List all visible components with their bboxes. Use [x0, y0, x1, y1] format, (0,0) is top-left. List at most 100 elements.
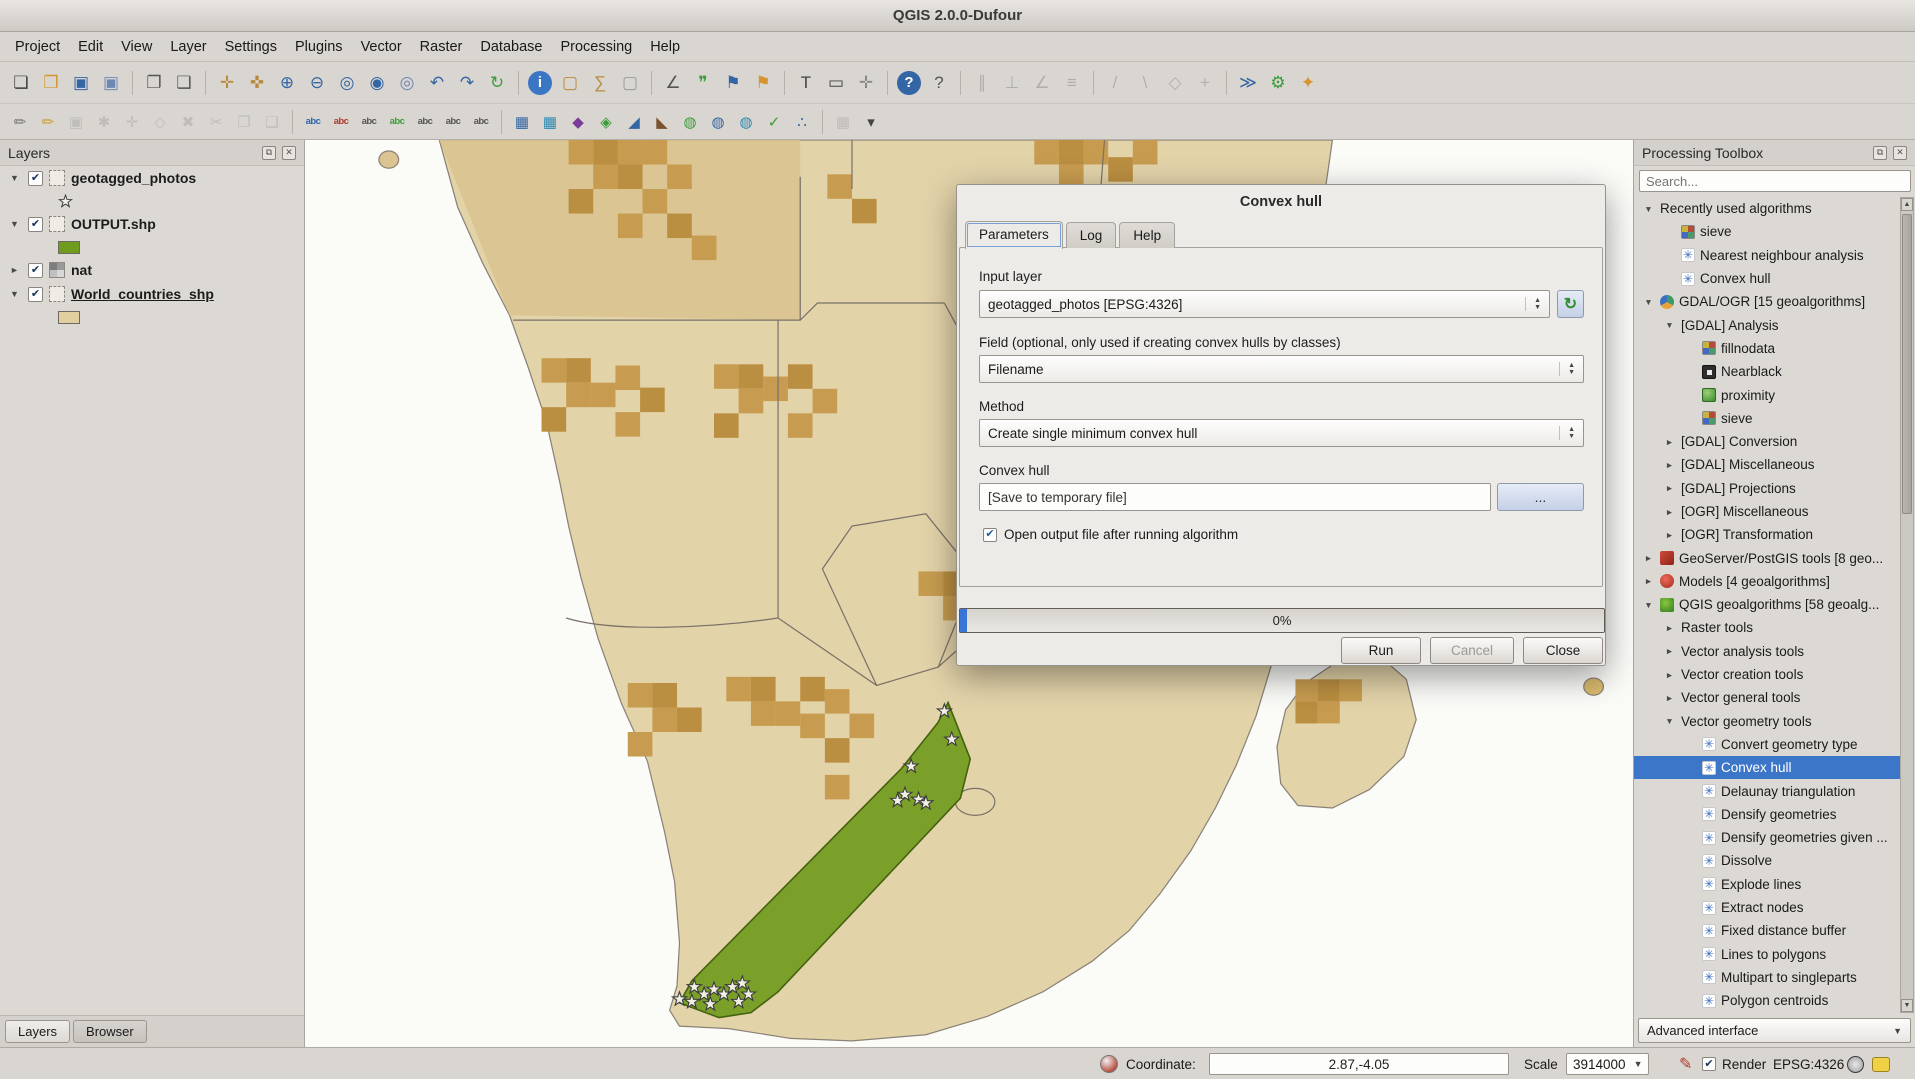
expand-arrow-icon[interactable]: ► — [1642, 553, 1655, 563]
toolbox-item-fillnodata[interactable]: fillnodata — [1634, 337, 1900, 360]
output-file-input[interactable]: [Save to temporary file] — [979, 483, 1491, 511]
layer-row-world-countries[interactable]: ▼ ✔ World_countries_shp — [0, 282, 304, 306]
menu-settings[interactable]: Settings — [216, 35, 286, 59]
menu-plugins[interactable]: Plugins — [286, 35, 352, 59]
refresh-map-icon[interactable]: ↻ — [483, 69, 511, 97]
topology-checker-icon[interactable]: ✓ — [761, 109, 787, 135]
zoom-to-layer-icon[interactable]: ◎ — [393, 69, 421, 97]
toolbox-item-extract-nodes[interactable]: Extract nodes — [1634, 896, 1900, 919]
tab-help[interactable]: Help — [1119, 222, 1175, 248]
move-annotation-icon[interactable]: ✛ — [852, 69, 880, 97]
raster-tool-icon[interactable]: ▦ — [537, 109, 563, 135]
field-combo[interactable]: Filename ▲▼ — [979, 355, 1584, 383]
method-combo[interactable]: Create single minimum convex hull ▲▼ — [979, 419, 1584, 447]
layer-row-geotagged-photos[interactable]: ▼ ✔ geotagged_photos — [0, 166, 304, 190]
toolbox-item-densify-geometries[interactable]: Densify geometries — [1634, 803, 1900, 826]
toolbox-scrollbar[interactable]: ▲ ▼ — [1900, 197, 1914, 1013]
menu-vector[interactable]: Vector — [352, 35, 411, 59]
scale-combo[interactable]: 3914000 ▼ — [1566, 1053, 1649, 1075]
map-tips-icon[interactable]: ❞ — [689, 69, 717, 97]
toolbox-item-delaunay-triangulation[interactable]: Delaunay triangulation — [1634, 779, 1900, 802]
help-contents-icon[interactable]: ? — [897, 71, 921, 95]
label-move-icon[interactable]: abc — [412, 109, 438, 135]
menu-processing[interactable]: Processing — [551, 35, 641, 59]
toolbox-item-convert-geometry-type[interactable]: Convert geometry type — [1634, 733, 1900, 756]
scroll-up-icon[interactable]: ▲ — [1901, 198, 1913, 211]
python-console-icon[interactable]: ≫ — [1234, 69, 1262, 97]
expand-arrow-icon[interactable]: ► — [1663, 646, 1676, 656]
toolbox-item-models-4-geoalgorithms[interactable]: ►Models [4 geoalgorithms] — [1634, 570, 1900, 593]
toolbox-item-convex-hull[interactable]: Convex hull — [1634, 267, 1900, 290]
toolbox-item-polygonize[interactable]: Polygonize — [1634, 1012, 1900, 1013]
close-button[interactable]: Close — [1523, 637, 1603, 664]
toolbox-item-gdal-conversion[interactable]: ►[GDAL] Conversion — [1634, 430, 1900, 453]
layer-visibility-checkbox[interactable]: ✔ — [28, 263, 43, 278]
expand-arrow-icon[interactable]: ► — [1663, 507, 1676, 517]
panel-float-icon[interactable]: ⧉ — [1873, 146, 1887, 160]
toolbox-item-sieve[interactable]: sieve — [1634, 220, 1900, 243]
toolbox-item-lines-to-polygons[interactable]: Lines to polygons — [1634, 943, 1900, 966]
save-project-as-icon[interactable]: ▣ — [97, 69, 125, 97]
menu-raster[interactable]: Raster — [411, 35, 472, 59]
refresh-layer-button[interactable]: ↻ — [1557, 290, 1584, 318]
deselect-all-icon[interactable]: ▢ — [616, 69, 644, 97]
layer-labeling-icon[interactable]: abc — [300, 109, 326, 135]
expand-arrow-icon[interactable]: ► — [1663, 670, 1676, 680]
label-properties-icon[interactable]: abc — [468, 109, 494, 135]
toolbox-item-convex-hull[interactable]: Convex hull — [1634, 756, 1900, 779]
panel-close-icon[interactable]: ✕ — [1893, 146, 1907, 160]
expand-arrow-icon[interactable]: ► — [1663, 460, 1676, 470]
zoom-last-icon[interactable]: ↶ — [423, 69, 451, 97]
composer-manager-icon[interactable]: ❑ — [170, 69, 198, 97]
toolbox-item-vector-creation-tools[interactable]: ►Vector creation tools — [1634, 663, 1900, 686]
pan-to-selection-icon[interactable]: ✜ — [243, 69, 271, 97]
menu-project[interactable]: Project — [6, 35, 69, 59]
toolbox-item-recently-used-algorithms[interactable]: ▼Recently used algorithms — [1634, 197, 1900, 220]
browse-button[interactable]: ... — [1497, 483, 1584, 511]
layer-visibility-checkbox[interactable]: ✔ — [28, 287, 43, 302]
crs-globe-icon[interactable] — [1847, 1048, 1864, 1079]
tab-parameters[interactable]: Parameters — [965, 221, 1063, 249]
toolbox-item-nearblack[interactable]: Nearblack — [1634, 360, 1900, 383]
edit-pen-icon[interactable]: ✎ — [1679, 1048, 1692, 1079]
collapse-arrow-icon[interactable]: ▼ — [10, 289, 22, 299]
label-options-icon[interactable]: abc — [328, 109, 354, 135]
web-service-blue-icon[interactable]: ◍ — [705, 109, 731, 135]
tab-browser[interactable]: Browser — [73, 1020, 147, 1043]
georeferencer-icon[interactable]: ◈ — [593, 109, 619, 135]
analysis-tool-icon[interactable]: ◆ — [565, 109, 591, 135]
label-pin-icon[interactable]: abc — [356, 109, 382, 135]
expand-arrow-icon[interactable]: ► — [1663, 530, 1676, 540]
panel-float-icon[interactable]: ⧉ — [262, 146, 276, 160]
open-project-icon[interactable]: ❒ — [37, 69, 65, 97]
expand-arrow-icon[interactable]: ► — [10, 265, 22, 275]
input-layer-combo[interactable]: geotagged_photos [EPSG:4326] ▲▼ — [979, 290, 1550, 318]
tab-log[interactable]: Log — [1066, 222, 1117, 248]
toolbox-item-sieve[interactable]: sieve — [1634, 407, 1900, 430]
menu-help[interactable]: Help — [641, 35, 689, 59]
toolbox-item-vector-geometry-tools[interactable]: ▼Vector geometry tools — [1634, 710, 1900, 733]
open-output-checkbox[interactable]: ✔ — [983, 528, 997, 542]
layer-row-nat[interactable]: ► ✔ nat — [0, 258, 304, 282]
scrollbar-thumb[interactable] — [1902, 214, 1912, 514]
layer-visibility-checkbox[interactable]: ✔ — [28, 171, 43, 186]
toolbox-item-vector-general-tools[interactable]: ►Vector general tools — [1634, 686, 1900, 709]
whats-this-icon[interactable]: ? — [925, 69, 953, 97]
map-canvas[interactable]: Convex hull Parameters Log Help Input la… — [305, 140, 1633, 1047]
scroll-down-icon[interactable]: ▼ — [1901, 999, 1913, 1012]
open-output-check-row[interactable]: ✔ Open output file after running algorit… — [983, 527, 1238, 542]
messages-icon[interactable] — [1872, 1048, 1890, 1079]
menu-view[interactable]: View — [112, 35, 161, 59]
layer-visibility-checkbox[interactable]: ✔ — [28, 217, 43, 232]
save-project-icon[interactable]: ▣ — [67, 69, 95, 97]
menu-database[interactable]: Database — [471, 35, 551, 59]
zoom-in-icon[interactable]: ⊕ — [273, 69, 301, 97]
toolbox-item-geoserver-postgis-tools-8-geo[interactable]: ►GeoServer/PostGIS tools [8 geo... — [1634, 546, 1900, 569]
toolbox-item-dissolve[interactable]: Dissolve — [1634, 849, 1900, 872]
show-bookmarks-icon[interactable]: ⚑ — [749, 69, 777, 97]
toolbox-item-fixed-distance-buffer[interactable]: Fixed distance buffer — [1634, 919, 1900, 942]
toolbox-item-gdal-projections[interactable]: ►[GDAL] Projections — [1634, 477, 1900, 500]
zoom-to-selection-icon[interactable]: ◉ — [363, 69, 391, 97]
toolbox-item-gdal-miscellaneous[interactable]: ►[GDAL] Miscellaneous — [1634, 453, 1900, 476]
toolbox-item-gdal-ogr-15-geoalgorithms[interactable]: ▼GDAL/OGR [15 geoalgorithms] — [1634, 290, 1900, 313]
